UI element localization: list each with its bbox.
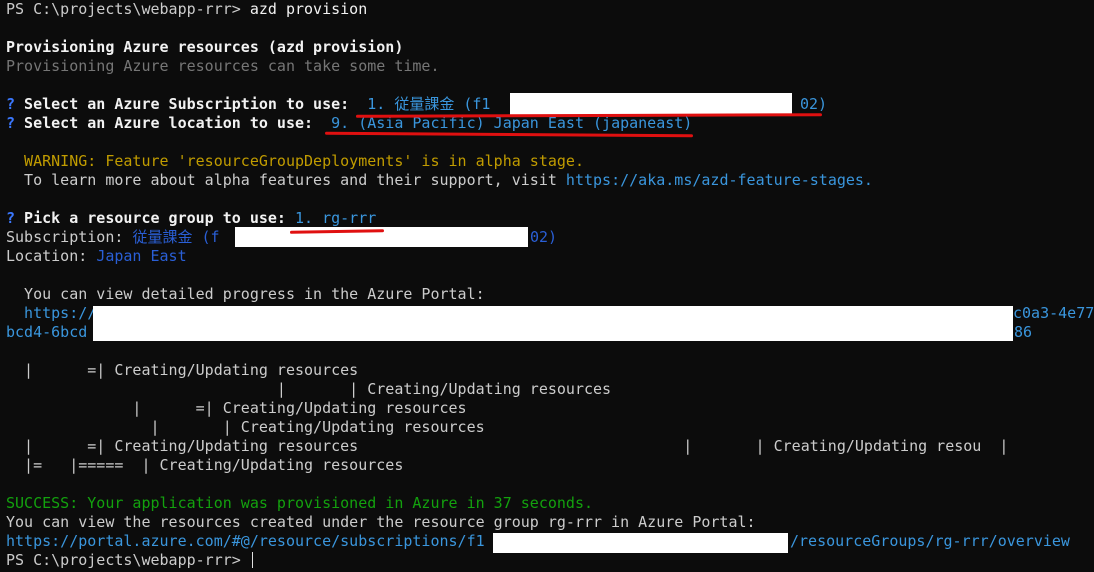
progress-line: |= |===== | Creating/Updating resources xyxy=(6,456,404,474)
resource-group-prompt-line: ? Pick a resource group to use: 1. rg-rr… xyxy=(6,209,376,228)
prompt: PS C:\projects\webapp-rrr> xyxy=(6,0,250,18)
subscription-value-start: 1. 従量課金 (f1 xyxy=(367,95,491,113)
portal-url-start[interactable]: https://portal.azure.com/#@/resource/sub… xyxy=(6,532,485,551)
success-message: SUCCESS: Your application was provisione… xyxy=(6,494,593,512)
resource-group-question: Pick a resource group to use: xyxy=(15,209,295,227)
location-label: Location: xyxy=(6,247,97,265)
subscription-detail-start: 従量課金 (f xyxy=(132,228,220,246)
location-detail: Japan East xyxy=(96,247,187,265)
active-prompt-line[interactable]: PS C:\projects\webapp-rrr> xyxy=(6,551,253,570)
redaction-box xyxy=(93,306,1013,341)
progress-line: | | Creating/Updating resources xyxy=(6,380,612,398)
portal-link-line2-end[interactable]: 86 xyxy=(1014,323,1032,342)
command-line: PS C:\projects\webapp-rrr> azd provision xyxy=(6,0,367,19)
portal-link-line2-start[interactable]: bcd4-6bcd xyxy=(6,323,87,342)
question-mark-icon: ? xyxy=(6,95,16,113)
prompt: PS C:\projects\webapp-rrr> xyxy=(6,551,250,569)
learn-more-link[interactable]: https://aka.ms/azd-feature-stages. xyxy=(566,171,873,189)
resource-group-value: 1. rg-rrr xyxy=(295,209,377,227)
progress-line: | =| Creating/Updating resources | | Cre… xyxy=(6,437,1009,455)
subscription-detail-end: 02) xyxy=(530,228,558,246)
subscription-question: Select an Azure Subscription to use: xyxy=(15,95,368,113)
subscription-prompt-line: ? Select an Azure Subscription to use: 1… xyxy=(6,95,490,114)
learn-more-line: To learn more about alpha features and t… xyxy=(6,171,873,190)
redaction-box xyxy=(493,533,788,553)
terminal-window[interactable]: PS C:\projects\webapp-rrr> azd provision… xyxy=(0,0,1094,572)
progress-line: | =| Creating/Updating resources xyxy=(6,399,467,417)
location-question: Select an Azure location to use: xyxy=(15,114,332,132)
cursor-caret xyxy=(251,552,253,568)
command-text: azd provision xyxy=(249,0,368,18)
subscription-detail-line: Subscription: 従量課金 (f xyxy=(6,228,220,247)
question-mark-icon: ? xyxy=(6,114,16,132)
progress-line: | =| Creating/Updating resources xyxy=(6,361,359,379)
learn-more-text: To learn more about alpha features and t… xyxy=(6,171,566,189)
view-resources-text: You can view the resources created under… xyxy=(6,513,756,531)
portal-url-end[interactable]: /resourceGroups/rg-rrr/overview xyxy=(790,532,1070,551)
question-mark-icon: ? xyxy=(6,209,16,227)
portal-link-end[interactable]: c0a3-4e77 xyxy=(1013,304,1094,323)
warning-line: WARNING: Feature 'resourceGroupDeploymen… xyxy=(6,152,584,170)
provision-subheading: Provisioning Azure resources can take so… xyxy=(6,57,440,75)
subscription-value-end: 02) xyxy=(800,95,828,113)
portal-progress-text: You can view detailed progress in the Az… xyxy=(6,285,485,303)
subscription-label: Subscription: xyxy=(6,228,133,246)
provision-heading: Provisioning Azure resources (azd provis… xyxy=(6,38,404,56)
progress-line: | | Creating/Updating resources xyxy=(6,418,485,436)
location-detail-line: Location: Japan East xyxy=(6,247,187,266)
portal-link-start[interactable]: https:// xyxy=(6,304,96,323)
